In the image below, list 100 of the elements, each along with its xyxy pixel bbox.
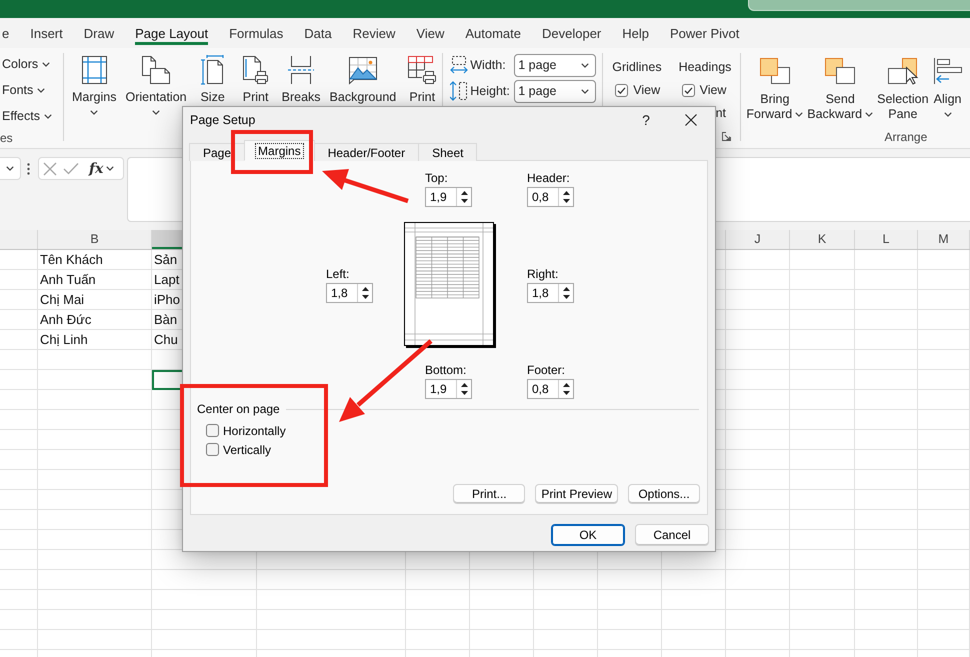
dialog-button[interactable]: Print Preview	[535, 484, 618, 504]
margins-button[interactable]: Margins	[69, 55, 120, 115]
option-title: Gridlines	[612, 59, 662, 75]
sheet-cell-text: iPho	[153, 291, 182, 309]
vertical-dots-icon[interactable]	[27, 163, 30, 175]
help-button[interactable]: ?	[625, 107, 667, 132]
caret-icon	[42, 62, 50, 66]
number-field[interactable]: 1,9	[425, 379, 472, 399]
dialog-button[interactable]: Print...	[453, 484, 526, 504]
table-printer-icon	[407, 55, 438, 85]
field-label: Bottom:	[425, 363, 468, 377]
checkbox[interactable]	[682, 84, 695, 96]
breaks-button[interactable]: Breaks	[278, 55, 324, 105]
theme-option-button[interactable]: Fonts	[0, 80, 46, 100]
up-arrow-icon[interactable]	[562, 287, 570, 292]
checkbox[interactable]	[206, 424, 219, 437]
print-button[interactable]: Print	[402, 55, 442, 105]
checkbox-label: View	[700, 82, 726, 98]
ribbon-tab[interactable]: Help	[622, 22, 650, 44]
insert-function-button[interactable]: fx	[89, 160, 114, 176]
size-button[interactable]: Size	[192, 55, 233, 105]
sheet-cell-text: Lapt	[153, 271, 180, 289]
ribbon-tab[interactable]: Automate	[465, 22, 521, 44]
down-arrow-icon[interactable]	[460, 198, 468, 203]
bring-forward-button[interactable]: Bring Forward	[744, 57, 806, 122]
caret-icon	[6, 166, 14, 171]
print-button[interactable]: Print	[236, 55, 276, 105]
check-icon	[63, 162, 79, 175]
caret-icon	[44, 114, 52, 118]
field-label: Left:	[326, 267, 350, 281]
ribbon-tab[interactable]: Developer	[542, 22, 602, 44]
theme-option-button[interactable]: Effects	[0, 106, 52, 126]
layered-squares-icon	[824, 57, 856, 85]
dialog-launcher-icon[interactable]	[722, 132, 732, 141]
horizontal-arrows-icon	[450, 55, 468, 75]
up-arrow-icon[interactable]	[460, 383, 468, 388]
checkbox-label: nt	[716, 105, 726, 121]
caret-icon	[581, 62, 590, 68]
down-arrow-icon[interactable]	[362, 294, 368, 299]
dialog-tab[interactable]: Margins	[244, 140, 315, 161]
page-margins-icon	[80, 55, 108, 85]
down-arrow-icon[interactable]	[562, 390, 570, 395]
caret-icon	[865, 112, 874, 117]
search-field[interactable]	[748, 0, 970, 11]
sheet-cell-text: Anh Đức	[39, 311, 92, 329]
dialog-tab[interactable]: Page	[189, 143, 246, 161]
dialog-tab[interactable]: Sheet	[418, 143, 478, 161]
ribbon-tab[interactable]: Power Pivot	[670, 22, 740, 44]
sheet-cell-text: Bàn	[153, 311, 178, 329]
background-button[interactable]: Background	[326, 55, 400, 105]
dialog-button[interactable]: Options...	[628, 484, 700, 504]
align-button[interactable]: Align	[930, 57, 965, 117]
dialog-tab[interactable]: Header/Footer	[314, 143, 420, 161]
dialog-title: Page Setup	[190, 112, 256, 126]
ribbon-tab[interactable]: e	[2, 22, 10, 44]
number-field[interactable]: 0,8	[527, 379, 574, 399]
two-pages-icon	[141, 55, 172, 85]
field-label: Footer:	[527, 363, 566, 377]
checkbox-label: Vertically	[223, 442, 272, 456]
down-arrow-icon[interactable]	[562, 294, 570, 299]
height-dropdown[interactable]: 1 page	[514, 80, 596, 102]
caret-icon	[106, 166, 114, 171]
caret-icon	[90, 110, 98, 115]
number-field[interactable]: 1,8	[326, 283, 373, 303]
caret-icon	[795, 112, 804, 117]
number-field[interactable]: 1,8	[527, 283, 574, 303]
default-button[interactable]: OK	[551, 524, 625, 546]
sheet-cell-text: Anh Tuấn	[39, 271, 97, 289]
number-field[interactable]: 1,9	[425, 187, 472, 207]
checkbox-label: View	[633, 82, 660, 98]
down-arrow-icon[interactable]	[460, 390, 468, 395]
up-arrow-icon[interactable]	[562, 191, 570, 196]
send-backward-button[interactable]: Send Backward	[805, 57, 876, 122]
page-break-icon	[287, 55, 316, 85]
up-arrow-icon[interactable]	[562, 383, 570, 388]
theme-option-button[interactable]: Colors	[0, 54, 50, 74]
up-arrow-icon[interactable]	[362, 287, 368, 292]
up-arrow-icon[interactable]	[460, 191, 468, 196]
number-field[interactable]: 0,8	[527, 187, 574, 207]
dialog-button[interactable]: Cancel	[635, 524, 709, 546]
ribbon-tab[interactable]: Data	[304, 22, 332, 44]
align-left-icon	[932, 57, 963, 85]
ribbon-tab[interactable]: Review	[352, 22, 396, 44]
field-label: Right:	[527, 267, 560, 281]
close-icon	[685, 114, 697, 126]
field-label: Header:	[527, 171, 571, 185]
ribbon-tab[interactable]: View	[416, 22, 444, 44]
sheet-cell-text: Chị Mai	[39, 291, 86, 309]
ribbon-tab[interactable]: Draw	[84, 22, 114, 44]
selection-pane-button[interactable]: Selection Pane	[875, 57, 931, 122]
ribbon-tab[interactable]: Insert	[30, 22, 63, 44]
ribbon-tab[interactable]: Formulas	[229, 22, 284, 44]
sheet-cell-text: Sản	[153, 251, 178, 269]
checkbox[interactable]	[206, 443, 219, 456]
ribbon-tab[interactable]: Page Layout	[135, 22, 208, 44]
checkbox[interactable]	[615, 84, 628, 96]
group-label: es	[0, 132, 13, 144]
down-arrow-icon[interactable]	[562, 198, 570, 203]
field-label: Top:	[425, 171, 449, 185]
width-dropdown[interactable]: 1 page	[514, 54, 596, 76]
